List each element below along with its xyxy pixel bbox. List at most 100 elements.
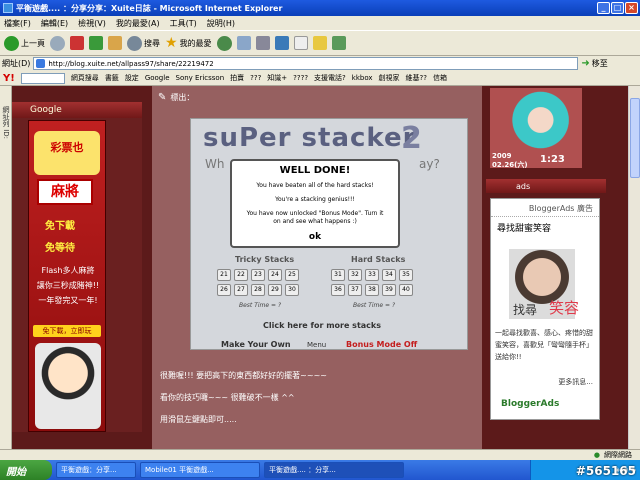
mahjong-ad[interactable]: 彩票也 麻將 免下載 免等待 Flash多人麻將 讓你三秒成賭神!! 一年發完又…	[28, 120, 106, 432]
ybar-sony[interactable]: Sony Ericsson	[176, 74, 225, 82]
address-input[interactable]: http://blog.xuite.net/allpass97/share/22…	[33, 57, 579, 70]
ybar-support[interactable]: 支援電話?	[314, 73, 346, 83]
ad-character-image	[35, 343, 101, 429]
stack-32[interactable]: 32	[348, 269, 362, 281]
page-scrollbar[interactable]	[628, 86, 640, 449]
home-icon[interactable]	[108, 36, 122, 50]
task-2[interactable]: Mobile01 平衡遊戲...	[140, 462, 260, 478]
scrollbar-thumb[interactable]	[630, 98, 640, 178]
favorites-button[interactable]: ★ 我的最愛	[165, 35, 212, 51]
stack-23[interactable]: 23	[251, 269, 265, 281]
stack-37[interactable]: 37	[348, 284, 362, 296]
dialog-heading: WELL DONE!	[279, 165, 351, 176]
ybar-kkbox[interactable]: kkbox	[352, 74, 373, 82]
start-button[interactable]: 開始	[0, 460, 52, 480]
stack-29[interactable]: 29	[268, 284, 282, 296]
menu-favorites[interactable]: 我的最愛(A)	[116, 18, 160, 29]
menu-edit[interactable]: 編輯(E)	[41, 18, 68, 29]
minimize-button[interactable]: _	[597, 2, 610, 14]
refresh-icon[interactable]	[89, 36, 103, 50]
stack-22[interactable]: 22	[234, 269, 248, 281]
watermark: #565165	[575, 464, 636, 478]
browser-toolbar: 上一頁 搜尋 ★ 我的最愛	[0, 30, 640, 56]
stack-36[interactable]: 36	[331, 284, 345, 296]
stack-35[interactable]: 35	[399, 269, 413, 281]
hard-best-time: Best Time = ?	[353, 302, 396, 309]
ybar-knowledge[interactable]: 知識+	[267, 73, 287, 83]
dialog-line-1: You have beaten all of the hard stacks!	[256, 182, 374, 189]
stack-34[interactable]: 34	[382, 269, 396, 281]
stack-33[interactable]: 33	[365, 269, 379, 281]
bloggerads-box[interactable]: BloggerAds 廣告 尋找甜蜜笑容 找尋 笑容 一起尋找歡喜、感心、疼惜的…	[490, 198, 600, 420]
widget-date: 2009 02.26(六)	[492, 152, 528, 169]
stack-25[interactable]: 25	[285, 269, 299, 281]
bonus-mode-toggle[interactable]: Bonus Mode Off	[346, 340, 417, 349]
post-header: ✎ 標出：	[158, 92, 194, 103]
maximize-button[interactable]: □	[611, 2, 624, 14]
mail-icon[interactable]	[236, 36, 251, 50]
ybar-auction[interactable]: 拍賣	[230, 73, 244, 83]
stack-27[interactable]: 27	[234, 284, 248, 296]
menu-tools[interactable]: 工具(T)	[170, 18, 197, 29]
ad-play-button[interactable]: 免下載，立即玩	[33, 325, 101, 337]
stack-26[interactable]: 26	[217, 284, 231, 296]
ybar-mail[interactable]: 信箱	[433, 73, 447, 83]
stack-24[interactable]: 24	[268, 269, 282, 281]
ad-more-link[interactable]: 更多訊息...	[558, 377, 593, 387]
stack-30[interactable]: 30	[285, 284, 299, 296]
ad-title: 彩票也	[34, 131, 100, 175]
stack-21[interactable]: 21	[217, 269, 231, 281]
menu-view[interactable]: 檢視(V)	[78, 18, 106, 29]
ybar-settings[interactable]: 設定	[125, 73, 139, 83]
bloggerads-logo[interactable]: BloggerAds	[501, 399, 559, 409]
game-title: suPer stacker	[203, 123, 417, 153]
history-icon[interactable]	[216, 35, 232, 51]
ybar-item-5[interactable]: ???	[250, 74, 261, 82]
ybar-item-7[interactable]: ????	[293, 74, 308, 82]
stack-28[interactable]: 28	[251, 284, 265, 296]
task-1[interactable]: 平衡遊戲：分享...	[56, 462, 136, 478]
address-url: http://blog.xuite.net/allpass97/share/22…	[48, 59, 214, 68]
ybar-google[interactable]: Google	[145, 74, 170, 82]
back-arrow-icon	[4, 35, 19, 51]
menu-help[interactable]: 說明(H)	[207, 18, 235, 29]
stack-38[interactable]: 38	[365, 284, 379, 296]
stack-39[interactable]: 39	[382, 284, 396, 296]
yahoo-search-input[interactable]	[20, 72, 65, 84]
stack-31[interactable]: 31	[331, 269, 345, 281]
dialog-line-2: You're a stacking genius!!!	[275, 196, 355, 203]
ybar-wiki[interactable]: 維基??	[406, 73, 427, 83]
web-search-button[interactable]: 網頁搜尋	[71, 73, 99, 83]
ad-offer-1: 免下載	[45, 221, 75, 232]
edit-icon[interactable]	[274, 36, 289, 50]
go-button[interactable]: ➜ 移至	[581, 58, 607, 69]
ybar-bookmarks[interactable]: 書籤	[105, 73, 119, 83]
folder-icon[interactable]	[312, 36, 327, 50]
task-3[interactable]: 平衡遊戲.... ：分享...	[264, 462, 404, 478]
forward-icon[interactable]	[50, 35, 65, 51]
game-menu-button[interactable]: Menu	[307, 341, 326, 349]
print-icon[interactable]	[255, 36, 270, 50]
tricky-stacks-label: Tricky Stacks	[235, 255, 295, 264]
go-arrow-icon: ➜	[581, 58, 590, 69]
well-done-dialog: WELL DONE! You have beaten all of the ha…	[230, 159, 400, 248]
address-label: 網址(D)	[2, 59, 31, 68]
more-stacks-link[interactable]: Click here for more stacks	[263, 321, 381, 330]
dialog-ok-button[interactable]: ok	[232, 232, 398, 242]
word-icon[interactable]	[293, 36, 308, 50]
stack-40[interactable]: 40	[399, 284, 413, 296]
back-button[interactable]: 上一頁	[4, 35, 45, 51]
window-title: 平衡遊戲.... ：分享分享：Xuite日誌 - Microsoft Inter…	[16, 3, 283, 13]
ad-photo-word-2: 笑容	[549, 299, 580, 317]
ad-headline[interactable]: 尋找甜蜜笑容	[491, 217, 599, 238]
widget-clock: 1:23	[540, 154, 565, 165]
yahoo-logo-icon[interactable]: Y!	[3, 73, 15, 84]
stop-icon[interactable]	[70, 36, 84, 50]
ybar-item-10[interactable]: 創視家	[379, 73, 400, 83]
messenger-icon[interactable]	[331, 36, 346, 50]
game-subtitle-right: ay?	[419, 157, 440, 171]
menu-file[interactable]: 檔案(F)	[4, 18, 31, 29]
close-button[interactable]: ×	[625, 2, 638, 14]
search-button[interactable]: 搜尋	[127, 35, 160, 51]
make-your-own-button[interactable]: Make Your Own	[221, 340, 291, 349]
